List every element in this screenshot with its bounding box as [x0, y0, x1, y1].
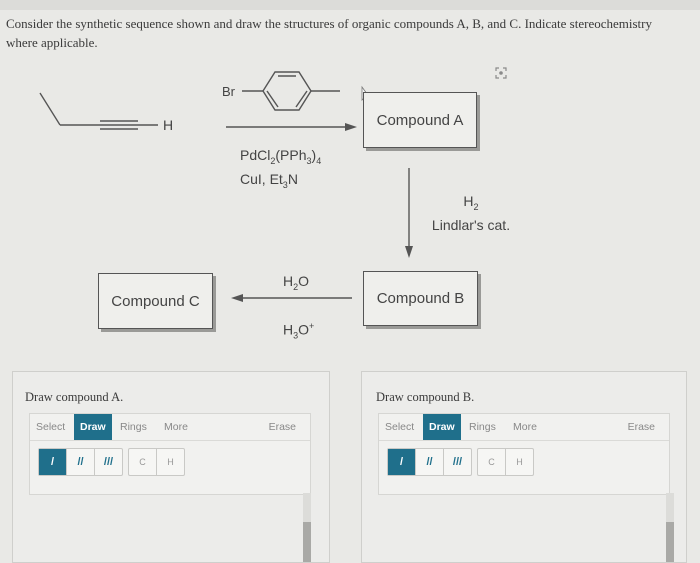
toolbar-tabs: Select Draw Rings More Erase	[30, 414, 310, 441]
compound-a-box: Compound A	[363, 92, 477, 148]
atom-tools: C H	[128, 448, 185, 476]
erase-button[interactable]: Erase	[622, 414, 661, 440]
panel-title: Draw compound B.	[376, 390, 475, 404]
erase-button[interactable]: Erase	[263, 414, 302, 440]
terminal-h-label: H	[163, 117, 173, 133]
bromine-label: Br	[222, 84, 236, 99]
reagents-step1: PdCl2(PPh3)4 CuI, Et3N	[240, 147, 322, 190]
reagents-step3-top: H2O	[283, 273, 310, 292]
triple-bond-button[interactable]: ///	[444, 449, 471, 475]
tab-more[interactable]: More	[158, 414, 194, 440]
scrollbar-thumb[interactable]	[303, 522, 311, 562]
carbon-atom-button[interactable]: C	[478, 449, 506, 475]
toolbar-tabs: Select Draw Rings More Erase	[379, 414, 669, 441]
drawing-toolbar: Select Draw Rings More Erase / // /// C …	[378, 413, 670, 495]
tab-more[interactable]: More	[507, 414, 543, 440]
arrow-step2	[405, 168, 413, 258]
reagents-step3-bottom: H3O+	[283, 321, 315, 341]
atom-tools: C H	[477, 448, 534, 476]
tab-select[interactable]: Select	[379, 414, 420, 440]
reagents-step2: H2 Lindlar's cat.	[431, 193, 511, 233]
panel-title: Draw compound A.	[25, 390, 124, 404]
draw-panel-b: Draw compound B. Select Draw Rings More …	[361, 371, 687, 563]
tab-draw[interactable]: Draw	[74, 414, 112, 440]
double-bond-button[interactable]: //	[416, 449, 444, 475]
compound-c-box: Compound C	[98, 273, 213, 329]
single-bond-button[interactable]: /	[388, 449, 416, 475]
tab-select[interactable]: Select	[30, 414, 71, 440]
draw-panel-a: Draw compound A. Select Draw Rings More …	[12, 371, 330, 563]
tab-rings[interactable]: Rings	[114, 414, 153, 440]
bromotoluene-structure	[242, 71, 340, 111]
carbon-atom-button[interactable]: C	[129, 449, 157, 475]
bond-tools: / // ///	[38, 448, 123, 476]
single-bond-button[interactable]: /	[39, 449, 67, 475]
focus-icon[interactable]	[495, 67, 507, 79]
compound-b-box: Compound B	[363, 271, 478, 326]
scrollbar-thumb[interactable]	[666, 522, 674, 562]
drawing-toolbar: Select Draw Rings More Erase / // /// C …	[29, 413, 311, 495]
tab-rings[interactable]: Rings	[463, 414, 502, 440]
arrow-step1	[226, 123, 357, 131]
triple-bond-button[interactable]: ///	[95, 449, 122, 475]
bond-tools: / // ///	[387, 448, 472, 476]
butyne-structure	[39, 92, 158, 130]
double-bond-button[interactable]: //	[67, 449, 95, 475]
hydrogen-atom-button[interactable]: H	[506, 449, 533, 475]
hydrogen-atom-button[interactable]: H	[157, 449, 184, 475]
tab-draw[interactable]: Draw	[423, 414, 461, 440]
